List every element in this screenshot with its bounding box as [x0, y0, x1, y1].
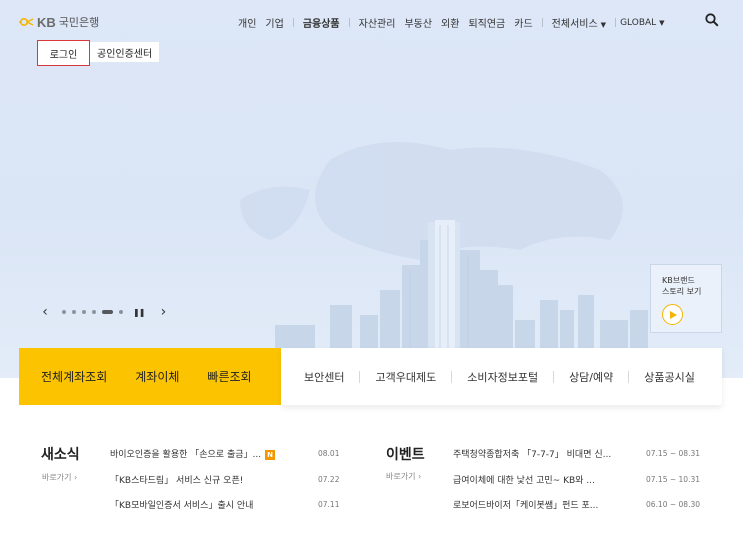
event-item[interactable]: 급여이체에 대한 낯선 고민~ KB와 ... [453, 473, 595, 486]
quick-menu-primary: 전체계좌조회 계좌이체 빠른조회 [19, 348, 281, 405]
nav-divider [615, 18, 617, 27]
all-services-label: 전체서비스 [551, 19, 598, 30]
slider-dots [62, 310, 123, 314]
events-more-link[interactable]: 바로가기 › [386, 471, 421, 482]
certificate-center-label: 공인인증센터 [97, 48, 153, 60]
nav-divider [292, 18, 294, 27]
slider-dot[interactable] [62, 310, 66, 314]
new-badge: N [265, 449, 276, 460]
event-date: 07.15 ~ 10.31 [646, 475, 700, 484]
nav-foreign-exchange[interactable]: 외환 [441, 15, 459, 30]
event-date: 06.10 ~ 08.30 [646, 500, 700, 509]
caret-down-icon: ▼ [600, 21, 607, 29]
quick-fast-inquiry[interactable]: 빠른조회 [207, 368, 251, 385]
certificate-center-button[interactable]: 공인인증센터 [90, 42, 160, 62]
nav-personal[interactable]: 개인 [238, 15, 256, 30]
pause-icon[interactable]: ❚❚ [133, 308, 145, 317]
slider-dot[interactable] [92, 310, 96, 314]
quick-consult-reserve[interactable]: 상담/예약 [569, 369, 613, 385]
caret-down-icon: ▼ [659, 18, 665, 27]
news-item[interactable]: 「KB모바일인증서 서비스」출시 안내 [110, 498, 253, 511]
prev-arrow-icon[interactable]: ‹ [38, 304, 52, 320]
quick-security-center[interactable]: 보안센터 [304, 369, 344, 385]
quick-product-disclosure[interactable]: 상품공시실 [644, 369, 695, 385]
next-arrow-icon[interactable]: › [156, 304, 170, 320]
brand-story-text: KB브랜드 스토리 보기 [662, 275, 701, 297]
slider-dot[interactable] [119, 310, 123, 314]
nav-global[interactable]: GLOBAL ▼ [620, 18, 665, 28]
quick-menu-secondary: 보안센터 고객우대제도 소비자정보포털 상담/예약 상품공시실 [281, 348, 722, 405]
brand-story-line2: 스토리 보기 [662, 287, 702, 296]
nav-asset-management[interactable]: 자산관리 [359, 15, 396, 30]
news-date: 07.22 [318, 475, 340, 484]
nav-business[interactable]: 기업 [265, 15, 283, 30]
login-button[interactable]: 로그인 [37, 40, 90, 66]
nav-retirement-pension[interactable]: 퇴직연금 [468, 15, 505, 30]
slider-dot[interactable] [82, 310, 86, 314]
quick-all-accounts[interactable]: 전체계좌조회 [41, 368, 107, 385]
play-icon[interactable] [662, 304, 683, 325]
search-icon[interactable] [705, 13, 719, 27]
slider-dot[interactable] [72, 310, 76, 314]
nav-divider [541, 18, 543, 27]
nav-divider [348, 18, 350, 27]
events-title: 이벤트 [386, 447, 425, 463]
quick-divider [628, 370, 630, 383]
event-item[interactable]: 로보어드바이저「케이봇쌤」펀드 포... [453, 498, 598, 511]
quick-divider [553, 370, 555, 383]
kb-star-icon [19, 17, 34, 27]
nav-financial-products[interactable]: 금융상품 [303, 15, 340, 30]
slider-dot[interactable] [102, 310, 113, 314]
event-item[interactable]: 주택청약종합저축 「7-7-7」 비대면 신... [453, 447, 611, 460]
nav-real-estate[interactable]: 부동산 [404, 15, 432, 30]
login-label: 로그인 [49, 49, 78, 61]
brand-story-card[interactable]: KB브랜드 스토리 보기 [650, 264, 722, 333]
brand-story-line1: KB브랜드 [662, 276, 695, 285]
quick-customer-benefits[interactable]: 고객우대제도 [375, 369, 436, 385]
logo-kb-text: KB [37, 14, 56, 30]
quick-divider [359, 370, 361, 383]
news-item[interactable]: 바이오인증을 활용한 「손으로 출금」... N [110, 447, 276, 460]
quick-consumer-portal[interactable]: 소비자정보포털 [467, 369, 538, 385]
banner-slider-controls: ‹ ❚❚ › [38, 304, 170, 320]
quick-divider [451, 370, 453, 383]
logo-bank-name: 국민은행 [58, 16, 100, 29]
nav-card[interactable]: 카드 [514, 15, 532, 30]
global-navigation: 개인 기업 금융상품 자산관리 부동산 외환 퇴직연금 카드 전체서비스 ▼ GL… [238, 15, 674, 31]
news-item[interactable]: 「KB스타드림」 서비스 신규 오픈! [110, 473, 243, 486]
nav-all-services[interactable]: 전체서비스 ▼ [552, 15, 606, 30]
quick-transfer[interactable]: 계좌이체 [135, 368, 179, 385]
news-date: 07.11 [318, 500, 340, 509]
news-date: 08.01 [318, 449, 340, 458]
news-more-link[interactable]: 바로가기 › [42, 472, 77, 483]
kb-logo[interactable]: KB 국민은행 [18, 14, 99, 30]
event-date: 07.15 ~ 08.31 [646, 449, 700, 458]
global-label: GLOBAL [620, 17, 657, 28]
news-title: 새소식 [41, 447, 80, 463]
news-item-title: 바이오인증을 활용한 「손으로 출금」... [110, 450, 262, 460]
